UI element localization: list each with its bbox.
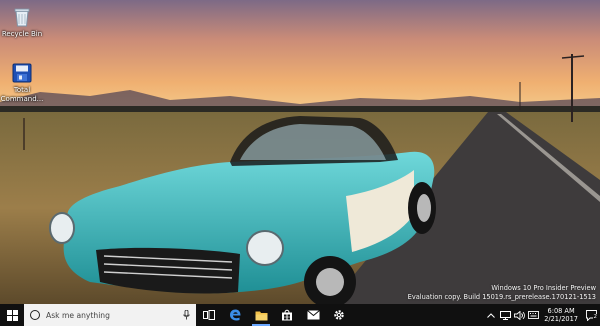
taskbar-clock[interactable]: 6:08 AM 2/21/2017 bbox=[540, 307, 582, 323]
windows-logo-icon bbox=[6, 309, 18, 321]
evaluation-watermark: Windows 10 Pro Insider Preview Evaluatio… bbox=[408, 284, 596, 302]
network-icon bbox=[499, 310, 511, 320]
desktop-icon-label: Recycle Bin bbox=[1, 30, 43, 38]
edge-button[interactable] bbox=[222, 304, 248, 326]
notification-count-badge: 2 bbox=[592, 314, 598, 320]
recycle-bin-icon bbox=[14, 8, 30, 27]
mail-button[interactable] bbox=[300, 304, 326, 326]
watermark-edition: Windows 10 Pro Insider Preview bbox=[491, 284, 596, 292]
volume-icon bbox=[513, 310, 525, 320]
desktop-icon-recycle-bin[interactable]: Recycle Bin bbox=[0, 6, 44, 39]
action-center-button[interactable]: 2 bbox=[582, 304, 600, 326]
edge-icon bbox=[230, 309, 241, 321]
task-view-icon bbox=[203, 310, 215, 320]
chevron-up-icon bbox=[487, 312, 496, 318]
cortana-icon bbox=[30, 310, 40, 320]
desktop-icon-label: Total Command... bbox=[0, 86, 44, 103]
microphone-icon[interactable] bbox=[183, 310, 190, 320]
mail-icon bbox=[306, 310, 320, 320]
search-placeholder: Ask me anything bbox=[46, 310, 110, 320]
desktop-wallpaper bbox=[0, 0, 600, 304]
input-indicator-button[interactable] bbox=[527, 304, 539, 326]
start-button[interactable] bbox=[0, 304, 24, 326]
store-button[interactable] bbox=[274, 304, 300, 326]
settings-button[interactable] bbox=[326, 304, 352, 326]
total-commander-icon bbox=[12, 63, 32, 83]
settings-icon bbox=[334, 310, 344, 320]
desktop-icon-total-commander[interactable]: Total Command... bbox=[0, 62, 44, 104]
show-hidden-icons-button[interactable] bbox=[485, 304, 497, 326]
clock-date: 2/21/2017 bbox=[544, 315, 578, 323]
keyboard-icon bbox=[527, 311, 539, 319]
network-button[interactable] bbox=[499, 304, 511, 326]
volume-button[interactable] bbox=[513, 304, 525, 326]
task-view-button[interactable] bbox=[196, 304, 222, 326]
store-icon bbox=[282, 309, 292, 321]
cortana-search-box[interactable]: Ask me anything bbox=[24, 304, 196, 326]
file-explorer-icon bbox=[255, 311, 267, 320]
file-explorer-button[interactable] bbox=[248, 304, 274, 326]
system-tray: 6:08 AM 2/21/2017 2 bbox=[484, 304, 600, 326]
taskbar: Ask me anything 6:08 AM 2/21/2017 2 bbox=[0, 304, 600, 326]
clock-time: 6:08 AM bbox=[547, 307, 575, 315]
watermark-build: Evaluation copy. Build 15019.rs_prerelea… bbox=[407, 293, 596, 301]
